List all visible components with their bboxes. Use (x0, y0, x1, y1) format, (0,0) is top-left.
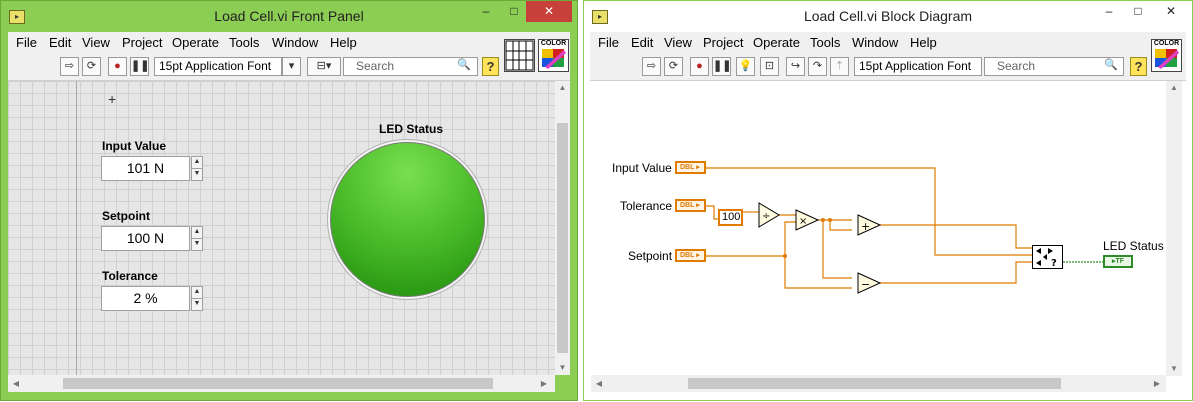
subtract-symbol: − (861, 278, 870, 291)
in-range-and-coerce-node[interactable]: ? (1032, 245, 1063, 269)
input-value-terminal-label: Input Value (612, 161, 672, 175)
vertical-scrollbar[interactable]: ▲ ▼ (1166, 81, 1182, 376)
menu-project[interactable]: Project (122, 35, 162, 50)
wire-setpoint-sub[interactable] (784, 256, 852, 289)
input-value-terminal[interactable]: DBL ▸ (675, 161, 706, 174)
scroll-left-icon[interactable]: ◀ (10, 379, 22, 388)
horizontal-scrollbar[interactable]: ◀ ▶ (591, 375, 1166, 392)
menu-bar: File Edit View Project Operate Tools Win… (8, 32, 570, 53)
menu-edit[interactable]: Edit (49, 35, 71, 50)
divide-node[interactable]: ÷ (758, 202, 780, 228)
scroll-right-icon[interactable]: ▶ (1151, 379, 1163, 388)
tolerance-decrement[interactable]: ▼ (191, 298, 203, 311)
wire-add-out[interactable] (880, 224, 1032, 249)
setpoint-terminal[interactable]: DBL ▸ (675, 249, 706, 262)
scroll-down-icon[interactable]: ▼ (555, 363, 570, 372)
connector-grid-icon (505, 40, 534, 71)
origin-guide-line (76, 81, 77, 375)
multiply-node[interactable]: × (795, 209, 820, 231)
tolerance-label: Tolerance (102, 269, 158, 283)
setpoint-terminal-label: Setpoint (628, 249, 673, 263)
chevron-down-icon[interactable]: ▾ (282, 57, 301, 76)
vertical-scroll-thumb[interactable] (557, 123, 568, 353)
align-objects-icon[interactable]: ⊟▾ (307, 57, 341, 76)
divide-symbol: ÷ (762, 211, 770, 222)
toolbar: ⇨ ⟳ ● ❚❚ 15pt Application Font ▾ ⊟▾ Sear… (8, 53, 570, 81)
block-diagram-window: ▸ Load Cell.vi Block Diagram – □ ✕ File … (583, 0, 1193, 401)
connector-pane-icon[interactable] (504, 39, 535, 72)
vertical-scrollbar[interactable]: ▲ ▼ (555, 81, 570, 375)
wire-sub-out[interactable] (880, 261, 1032, 284)
menu-view[interactable]: View (82, 35, 110, 50)
input-value-field[interactable]: 101 N (101, 156, 190, 181)
setpoint-field[interactable]: 100 N (101, 226, 190, 251)
add-symbol: + (861, 220, 870, 233)
menu-file[interactable]: File (16, 35, 37, 50)
scroll-down-icon[interactable]: ▼ (1166, 364, 1182, 373)
wire-tol-sub[interactable] (822, 220, 852, 279)
scroll-up-icon[interactable]: ▲ (1166, 83, 1182, 92)
setpoint-decrement[interactable]: ▼ (191, 238, 203, 251)
setpoint-label: Setpoint (102, 209, 150, 223)
vi-color-icon[interactable]: COLOR (538, 39, 569, 72)
tolerance-terminal-label: Tolerance (620, 199, 673, 213)
subtract-node[interactable]: − (857, 272, 882, 294)
front-panel-window: ▸ Load Cell.vi Front Panel – □ ✕ File Ed… (0, 0, 578, 401)
menu-operate[interactable]: Operate (172, 35, 219, 50)
font-selector[interactable]: 15pt Application Font (154, 57, 282, 76)
run-continuously-icon[interactable]: ⟳ (82, 57, 101, 76)
context-help-button[interactable]: ? (482, 57, 499, 76)
multiply-symbol: × (799, 216, 807, 227)
constant-100[interactable]: 100 (718, 209, 743, 226)
setpoint-terminal-type: DBL (680, 252, 695, 259)
horizontal-scrollbar[interactable]: ◀ ▶ (8, 375, 555, 392)
positioning-cursor: + (108, 91, 117, 107)
run-arrow-icon[interactable]: ⇨ (60, 57, 79, 76)
horizontal-scroll-thumb[interactable] (63, 378, 493, 389)
wire-junction (828, 218, 832, 222)
led-status-indicator[interactable] (330, 142, 485, 297)
tolerance-field[interactable]: 2 % (101, 286, 190, 311)
tolerance-terminal-type: DBL (680, 202, 695, 209)
menu-help[interactable]: Help (330, 35, 357, 50)
wire-junction (783, 254, 787, 258)
wire-tol-add[interactable] (829, 220, 852, 231)
wire-setpoint[interactable] (706, 221, 796, 257)
search-icon[interactable]: 🔍 (453, 57, 475, 76)
in-range-icon: ? (1036, 248, 1057, 269)
led-status-terminal[interactable]: ▸TF (1103, 255, 1133, 268)
tolerance-terminal[interactable]: DBL ▸ (675, 199, 706, 212)
horizontal-scroll-thumb[interactable] (688, 378, 1061, 389)
input-value-terminal-type: DBL (680, 164, 695, 171)
pause-icon[interactable]: ❚❚ (130, 57, 149, 76)
input-value-decrement[interactable]: ▼ (191, 168, 203, 181)
abort-icon[interactable]: ● (108, 57, 127, 76)
close-button[interactable]: ✕ (526, 1, 572, 22)
scroll-up-icon[interactable]: ▲ (555, 83, 570, 92)
scroll-left-icon[interactable]: ◀ (593, 379, 605, 388)
add-node[interactable]: + (857, 214, 882, 236)
led-status-label: LED Status (379, 122, 444, 136)
title-bar[interactable]: ▸ Load Cell.vi Front Panel – □ ✕ (1, 1, 577, 32)
input-value-label: Input Value (102, 139, 167, 153)
menu-window[interactable]: Window (272, 35, 318, 50)
scroll-right-icon[interactable]: ▶ (538, 379, 550, 388)
led-status-terminal-label: LED Status (1103, 239, 1164, 253)
color-palette-icon (542, 49, 566, 69)
led-status-terminal-type: TF (1115, 258, 1125, 265)
menu-tools[interactable]: Tools (229, 35, 259, 50)
wire-junction (821, 218, 825, 222)
color-label: COLOR (540, 40, 567, 47)
in-range-symbol: ? (1051, 258, 1057, 268)
